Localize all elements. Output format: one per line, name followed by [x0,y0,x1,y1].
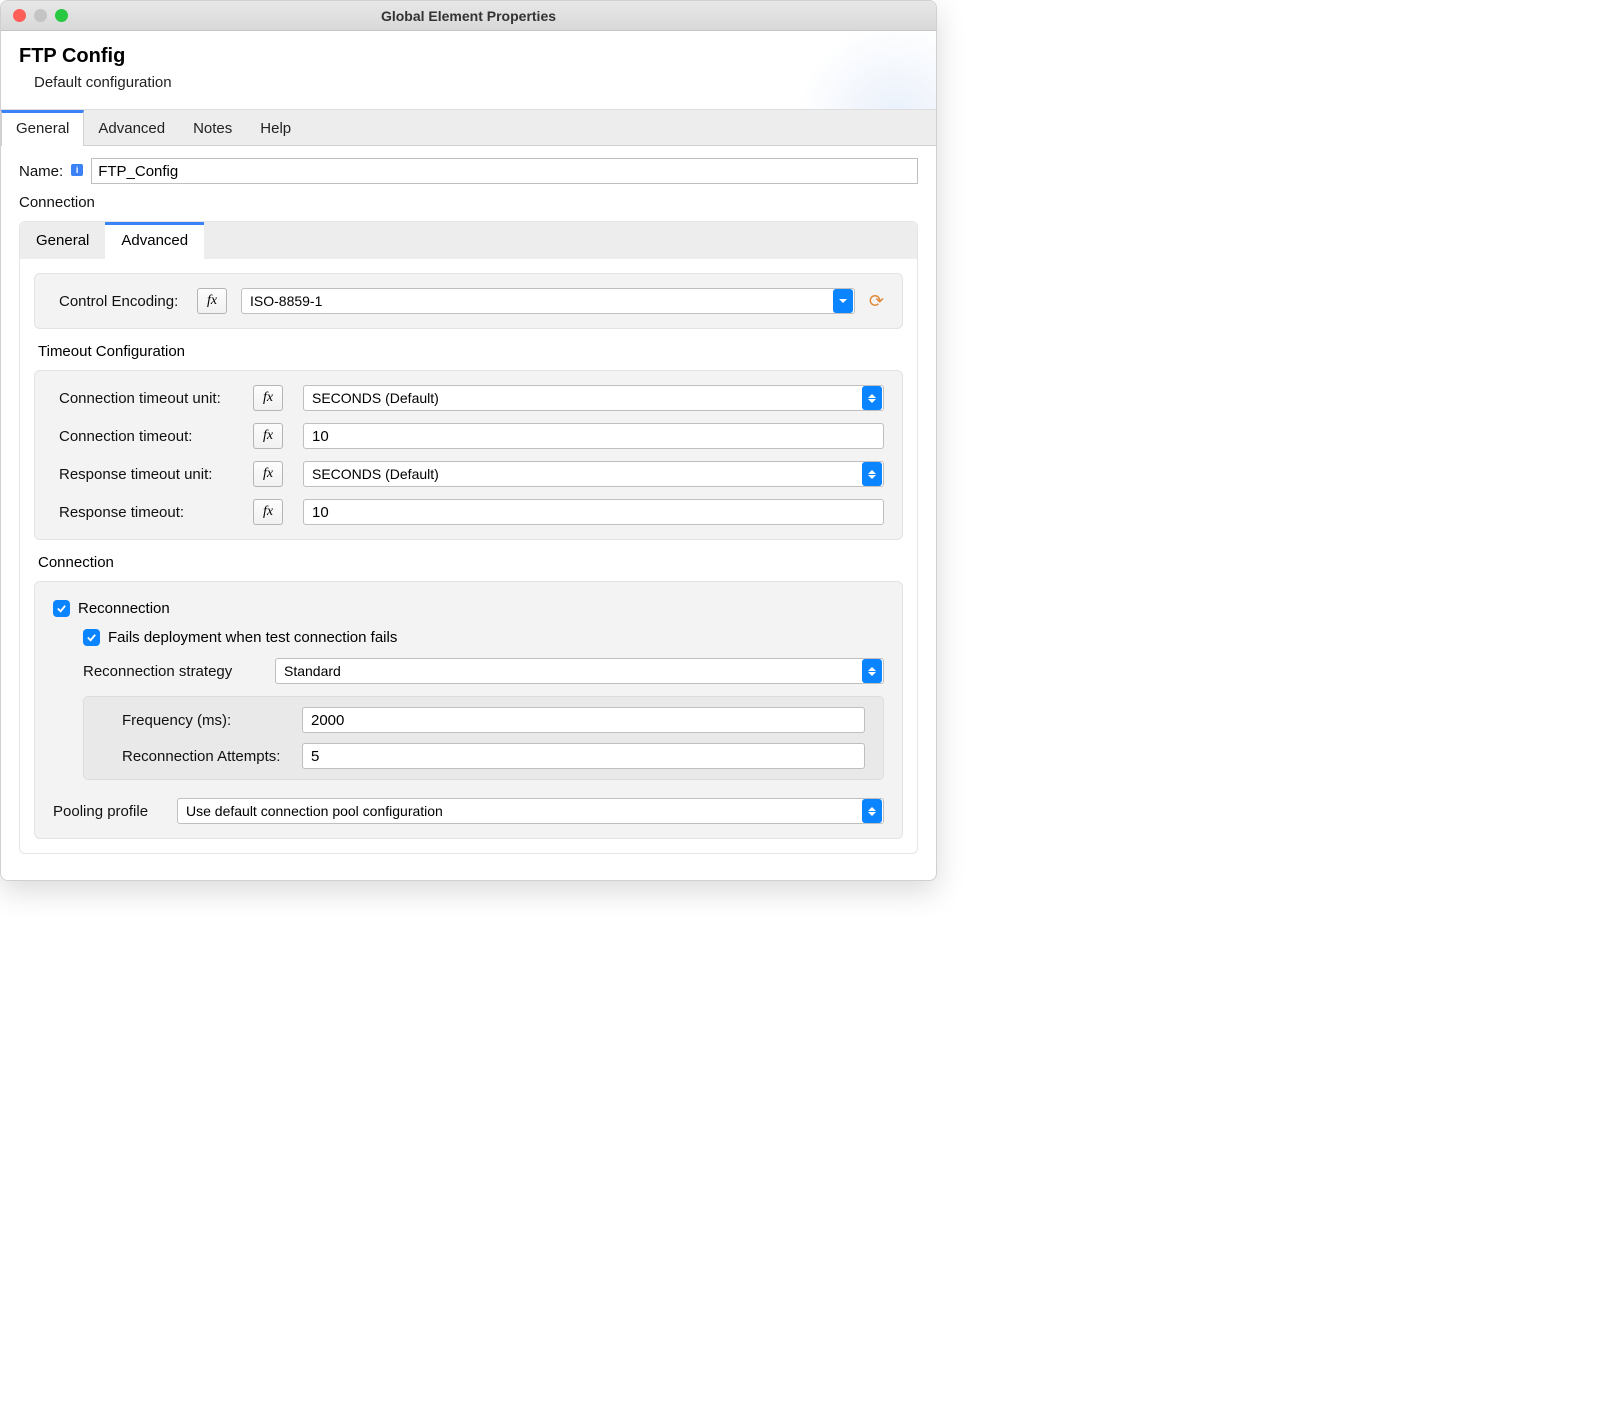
fx-button[interactable]: fx [253,385,283,411]
conn-timeout-input[interactable] [303,423,884,449]
tab-notes[interactable]: Notes [179,110,246,145]
conn-timeout-unit-select[interactable]: SECONDS (Default) [303,385,884,411]
inner-tab-advanced[interactable]: Advanced [105,222,204,259]
chevron-down-icon [833,289,853,313]
frequency-input[interactable] [302,707,865,733]
tab-general[interactable]: General [1,110,84,146]
inner-tab-general[interactable]: General [20,222,105,259]
refresh-icon[interactable]: ⟳ [869,291,884,312]
minimize-icon[interactable] [34,9,47,22]
maximize-icon[interactable] [55,9,68,22]
reconnection-checkbox-row[interactable]: Reconnection [53,600,884,617]
attempts-input[interactable] [302,743,865,769]
reconnection-label: Reconnection [78,600,170,617]
updown-icon [862,799,882,823]
reconnection-block: Reconnection Fails deployment when test … [34,581,903,839]
encoding-block: Control Encoding: fx ISO-8859-1 ⟳ [34,273,903,329]
outer-tabs: General Advanced Notes Help [1,110,936,146]
tab-advanced[interactable]: Advanced [84,110,179,145]
updown-icon [862,386,882,410]
connection-label: Connection [19,194,918,211]
name-input[interactable] [91,158,918,184]
inner-content: Control Encoding: fx ISO-8859-1 ⟳ Timeou… [20,259,917,853]
control-encoding-select[interactable]: ISO-8859-1 [241,288,855,314]
window-title: Global Element Properties [1,8,936,24]
reconnection-strategy-select[interactable]: Standard [275,658,884,684]
reconnection-strategy-label: Reconnection strategy [83,663,263,680]
frequency-block: Frequency (ms): Reconnection Attempts: [83,696,884,780]
control-encoding-value: ISO-8859-1 [242,293,832,309]
fx-button[interactable]: fx [253,499,283,525]
attempts-label: Reconnection Attempts: [102,748,292,765]
timeout-header: Timeout Configuration [38,343,903,360]
fails-deployment-label: Fails deployment when test connection fa… [108,629,397,646]
info-icon: i [71,164,83,176]
pooling-profile-label: Pooling profile [53,803,163,820]
resp-timeout-input[interactable] [303,499,884,525]
resp-timeout-unit-label: Response timeout unit: [53,466,243,483]
control-encoding-label: Control Encoding: [53,293,183,310]
conn-timeout-unit-value: SECONDS (Default) [304,390,861,406]
name-row: Name: i [19,158,918,184]
dialog-header: FTP Config Default configuration [1,31,936,110]
titlebar: Global Element Properties [1,1,936,31]
pooling-profile-value: Use default connection pool configuratio… [178,803,861,819]
config-subtitle: Default configuration [19,68,918,91]
fx-button[interactable]: fx [253,423,283,449]
checkbox-checked-icon [53,600,70,617]
fx-button[interactable]: fx [197,288,227,314]
tab-help[interactable]: Help [246,110,305,145]
connection-panel: General Advanced Control Encoding: fx IS… [19,221,918,854]
connection-section-header: Connection [38,554,903,571]
close-icon[interactable] [13,9,26,22]
updown-icon [862,462,882,486]
pooling-profile-select[interactable]: Use default connection pool configuratio… [177,798,884,824]
fx-button[interactable]: fx [253,461,283,487]
dialog-window: Global Element Properties FTP Config Def… [0,0,937,881]
updown-icon [862,659,882,683]
conn-timeout-label: Connection timeout: [53,428,243,445]
window-controls [1,9,68,22]
config-title: FTP Config [19,45,918,68]
resp-timeout-label: Response timeout: [53,504,243,521]
reconnection-strategy-value: Standard [276,663,861,679]
timeout-block: Connection timeout unit: fx SECONDS (Def… [34,370,903,540]
frequency-label: Frequency (ms): [102,712,292,729]
checkbox-checked-icon [83,629,100,646]
conn-timeout-unit-label: Connection timeout unit: [53,390,243,407]
name-label: Name: [19,163,63,180]
resp-timeout-unit-select[interactable]: SECONDS (Default) [303,461,884,487]
inner-tabs: General Advanced [20,222,917,259]
resp-timeout-unit-value: SECONDS (Default) [304,466,861,482]
outer-content: Name: i Connection General Advanced Cont… [1,146,936,880]
fails-deployment-checkbox-row[interactable]: Fails deployment when test connection fa… [83,629,884,646]
